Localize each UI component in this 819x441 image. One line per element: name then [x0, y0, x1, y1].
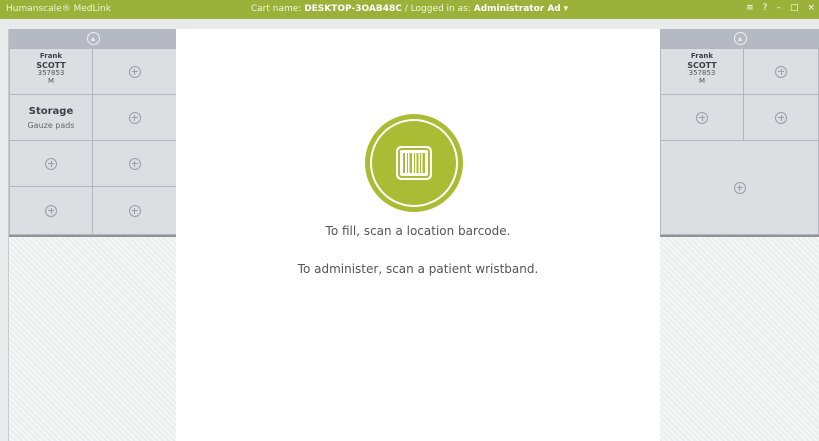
right-drawer-grid: Frank SCOTT 357853 M — [660, 48, 819, 237]
drawer-empty[interactable] — [92, 140, 177, 187]
administer-instruction: To administer, scan a patient wristband. — [297, 262, 539, 276]
add-icon — [733, 181, 746, 194]
window-controls: ≡ ? – □ × — [746, 3, 815, 13]
storage-item: Gauze pads — [27, 121, 75, 130]
storage-card: Storage Gauze pads — [10, 106, 92, 130]
drawer-storage[interactable]: Storage Gauze pads — [9, 94, 93, 141]
add-icon — [775, 111, 787, 124]
storage-title: Storage — [28, 106, 74, 117]
cart-name: DESKTOP-3OAB48C — [304, 4, 402, 14]
patient-first-name: Frank — [690, 52, 714, 60]
drawer-empty[interactable] — [9, 140, 93, 187]
patient-first-name: Frank — [39, 52, 63, 60]
right-cart-header: ▴ — [660, 29, 819, 48]
drawer-up-icon[interactable]: ▴ — [86, 32, 100, 45]
user-menu-caret-icon[interactable]: ▾ — [564, 4, 569, 14]
minimize-icon[interactable]: – — [776, 3, 781, 13]
drawer-empty[interactable] — [92, 48, 177, 95]
add-icon — [128, 111, 141, 124]
add-icon — [45, 157, 57, 170]
drawer-empty[interactable] — [9, 186, 93, 235]
scan-panel: To fill, scan a location barcode. To adm… — [176, 29, 660, 441]
left-drawer-grid: Frank SCOTT 357853 M Storage Gauze pads — [9, 48, 177, 237]
patient-card: Frank SCOTT 357853 M — [10, 52, 92, 86]
add-icon — [128, 204, 141, 217]
fill-instruction: To fill, scan a location barcode. — [325, 224, 511, 238]
add-icon — [128, 65, 141, 78]
add-icon — [775, 65, 787, 78]
barcode-icon — [396, 146, 432, 180]
left-cart-panel: ▴ Frank SCOTT 357853 M Storage Gauze pad… — [8, 29, 177, 441]
drawer-empty[interactable] — [92, 94, 177, 141]
user-menu[interactable]: Administrator Ad — [474, 4, 561, 14]
drawer-up-icon[interactable]: ▴ — [733, 32, 747, 45]
patient-sex: M — [47, 77, 55, 86]
drawer-empty[interactable] — [660, 94, 744, 141]
close-icon[interactable]: × — [807, 3, 815, 13]
drawer-empty[interactable] — [743, 48, 819, 95]
patient-sex: M — [698, 77, 706, 86]
drawer-patient[interactable]: Frank SCOTT 357853 M — [660, 48, 744, 95]
add-icon — [128, 157, 141, 170]
restore-icon[interactable]: □ — [790, 3, 799, 13]
menu-icon[interactable]: ≡ — [746, 3, 754, 13]
logged-in-label: Logged in as: — [410, 4, 471, 14]
separator: / — [404, 4, 408, 14]
title-bar: Humanscale® MedLink Cart name: DESKTOP-3… — [0, 0, 819, 19]
drawer-empty[interactable] — [743, 94, 819, 141]
cart-info: Cart name: DESKTOP-3OAB48C / Logged in a… — [0, 4, 819, 14]
add-icon — [45, 204, 57, 217]
patient-card: Frank SCOTT 357853 M — [661, 52, 743, 86]
drawer-empty[interactable] — [92, 186, 177, 235]
left-cart-header: ▴ — [9, 29, 176, 48]
drawer-large[interactable] — [660, 140, 819, 235]
drawer-patient[interactable]: Frank SCOTT 357853 M — [9, 48, 93, 95]
cart-name-label: Cart name: — [250, 4, 302, 14]
add-icon — [696, 111, 708, 124]
right-cart-panel: ▴ Frank SCOTT 357853 M — [660, 29, 819, 441]
help-icon[interactable]: ? — [763, 3, 768, 13]
scan-badge — [365, 114, 463, 212]
